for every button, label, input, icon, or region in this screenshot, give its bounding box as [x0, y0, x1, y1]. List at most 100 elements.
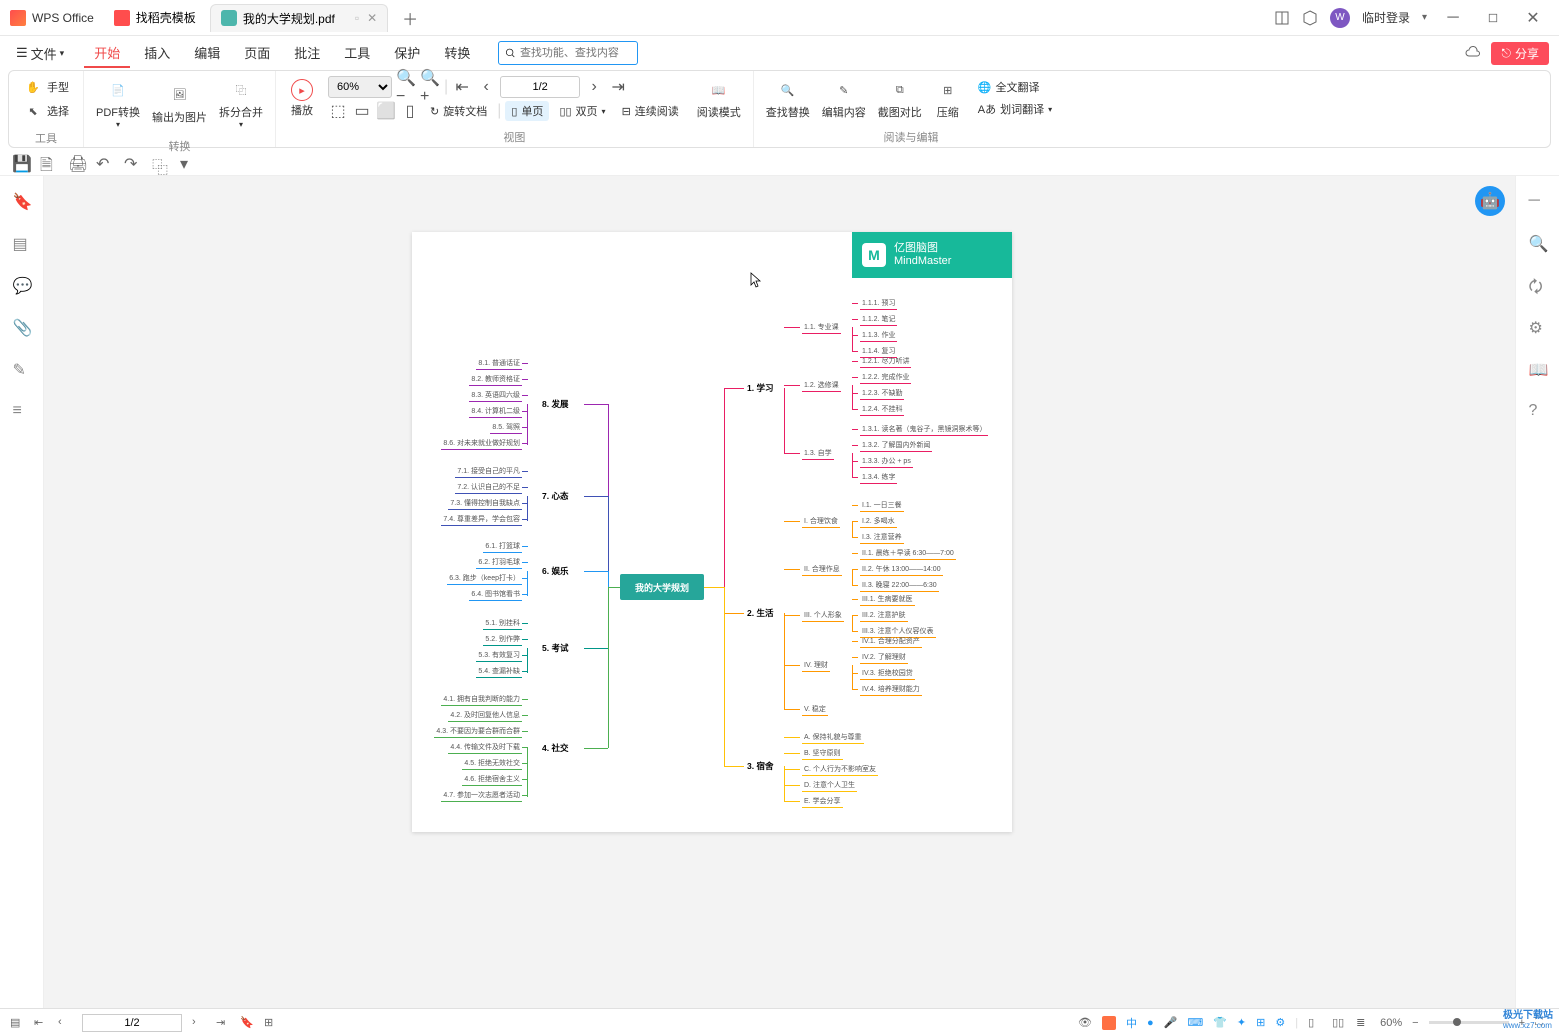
quickbar-more-icon[interactable]: ▾	[180, 154, 196, 170]
screenshot-compare-button[interactable]: ⧉截图对比	[872, 75, 928, 122]
thumbnail-icon[interactable]: ▤	[13, 234, 31, 252]
save-as-icon[interactable]: 🗎	[40, 154, 56, 170]
search-input[interactable]	[520, 47, 631, 59]
continuous-button[interactable]: ⊟连续阅读	[616, 101, 685, 121]
double-page-button[interactable]: ▯▯双页▾	[553, 101, 611, 121]
collapse-icon[interactable]: ─	[1529, 192, 1547, 210]
menu-tab-0[interactable]: 开始	[84, 39, 130, 68]
zoom-out-icon[interactable]: 🔍−	[396, 77, 416, 97]
sb-gear-icon[interactable]: ⚙	[1275, 1016, 1285, 1029]
sb-grid-icon[interactable]: ⊞	[264, 1016, 278, 1030]
sb-ime-icon[interactable]	[1102, 1016, 1116, 1030]
canvas-area[interactable]: M 亿图脑图 MindMaster 我的大学规划 1. 学习1.1. 专业课1.…	[44, 176, 1515, 1008]
cube-icon[interactable]	[1302, 10, 1318, 26]
search-box[interactable]	[498, 41, 638, 65]
tab-close-button[interactable]: ✕	[367, 11, 377, 25]
close-button[interactable]: ✕	[1519, 4, 1547, 32]
file-menu[interactable]: ☰ 文件 ▾	[10, 42, 70, 65]
app-tab[interactable]: WPS Office	[0, 4, 104, 32]
sb-eye-icon[interactable]: 👁	[1078, 1016, 1092, 1030]
menu-tab-1[interactable]: 插入	[134, 39, 180, 68]
prev-page-icon[interactable]: ‹	[476, 77, 496, 97]
login-status[interactable]: 临时登录	[1362, 9, 1410, 26]
sb-page-input[interactable]	[82, 1014, 182, 1032]
layout-icon[interactable]	[1274, 10, 1290, 26]
sb-puzzle-icon[interactable]: ✦	[1237, 1016, 1246, 1029]
ai-assistant-button[interactable]: 🤖	[1475, 186, 1505, 216]
view-double-icon[interactable]: ▯▯	[1332, 1016, 1346, 1030]
sb-apps-icon[interactable]: ⊞	[1256, 1016, 1265, 1029]
sb-bookmark-icon[interactable]: 🔖	[240, 1016, 254, 1030]
user-avatar[interactable]: W	[1330, 8, 1350, 28]
sb-shirt-icon[interactable]: 👕	[1213, 1016, 1227, 1029]
sb-zoom-out[interactable]: −	[1412, 1017, 1418, 1029]
view-single-icon[interactable]: ▯	[1308, 1016, 1322, 1030]
layers-icon[interactable]: ≡	[13, 402, 31, 420]
fit-width-icon[interactable]: ⬚	[328, 101, 348, 121]
menu-tab-4[interactable]: 批注	[284, 39, 330, 68]
tab-template[interactable]: 找稻壳模板	[104, 4, 206, 32]
sb-first-icon[interactable]: ⇤	[34, 1016, 48, 1030]
export-image-button[interactable]: 🖼输出为图片	[146, 75, 213, 131]
comment-icon[interactable]: 💬	[13, 276, 31, 294]
search-panel-icon[interactable]: 🔍	[1529, 234, 1547, 252]
menu-tab-3[interactable]: 页面	[234, 39, 280, 68]
zoom-in-icon[interactable]: 🔍+	[420, 77, 440, 97]
attachment-icon[interactable]: 📎	[13, 318, 31, 336]
zoom-select[interactable]: 60%	[328, 76, 392, 98]
rotate-button[interactable]: ↻旋转文档	[424, 101, 493, 121]
sb-prev-icon[interactable]: ‹	[58, 1016, 72, 1030]
hand-tool-button[interactable]: ✋手型	[17, 75, 75, 99]
sb-half-icon[interactable]: ●	[1147, 1017, 1154, 1029]
full-translate-button[interactable]: 🌐全文翻译	[972, 77, 1058, 97]
compress-button[interactable]: ⊞压缩	[928, 75, 968, 122]
sb-next-icon[interactable]: ›	[192, 1016, 206, 1030]
single-page-button[interactable]: ▯单页	[505, 101, 549, 121]
login-dropdown-icon[interactable]: ▾	[1422, 12, 1427, 23]
maximize-button[interactable]	[1479, 4, 1507, 32]
menu-tab-5[interactable]: 工具	[334, 39, 380, 68]
settings-panel-icon[interactable]: ⚙	[1529, 318, 1547, 336]
copy-icon[interactable]: ⿻	[152, 154, 168, 170]
minimize-button[interactable]: ─	[1439, 4, 1467, 32]
save-icon[interactable]: 💾	[12, 154, 28, 170]
share-button[interactable]: ⎋ 分享	[1491, 42, 1549, 65]
help-icon[interactable]: ?	[1529, 402, 1547, 420]
word-translate-button[interactable]: Aあ划词翻译▾	[972, 99, 1058, 119]
edit-content-button[interactable]: ✎编辑内容	[816, 75, 872, 122]
last-page-icon[interactable]: ⇥	[608, 77, 628, 97]
print-icon[interactable]: 🖨	[68, 154, 84, 170]
tab-document[interactable]: 我的大学规划.pdf ▫ ✕	[210, 4, 388, 32]
menu-tab-7[interactable]: 转换	[434, 39, 480, 68]
bookmark-icon[interactable]: 🔖	[13, 192, 31, 210]
sb-mic-icon[interactable]: 🎤	[1164, 1016, 1178, 1029]
reader-panel-icon[interactable]: 📖	[1529, 360, 1547, 378]
read-mode-button[interactable]: 📖阅读模式	[691, 75, 747, 122]
undo-icon[interactable]: ↶	[96, 154, 112, 170]
menu-tab-2[interactable]: 编辑	[184, 39, 230, 68]
redo-icon[interactable]: ↷	[124, 154, 140, 170]
pdf-convert-button[interactable]: 📄PDF转换▾	[90, 75, 146, 131]
page-input[interactable]	[500, 76, 580, 98]
next-page-icon[interactable]: ›	[584, 77, 604, 97]
outline-icon[interactable]: ▤	[10, 1016, 24, 1030]
view-continuous-icon[interactable]: ≣	[1356, 1016, 1370, 1030]
sb-last-icon[interactable]: ⇥	[216, 1016, 230, 1030]
translate-panel-icon[interactable]: 🗘	[1529, 276, 1547, 294]
first-page-icon[interactable]: ⇤	[452, 77, 472, 97]
sb-lang-icon[interactable]: 中	[1126, 1015, 1137, 1031]
split-merge-button[interactable]: ⿻拆分合并▾	[213, 75, 269, 131]
actual-size-icon[interactable]: ⬜	[376, 101, 396, 121]
sb-keyboard-icon[interactable]: ⌨	[1187, 1016, 1203, 1029]
fit-height-icon[interactable]: ▯	[400, 101, 420, 121]
menu-tab-6[interactable]: 保护	[384, 39, 430, 68]
play-button[interactable]: ▸播放	[282, 77, 322, 120]
tab-menu-icon[interactable]: ▫	[355, 11, 359, 25]
fit-page-icon[interactable]: ▭	[352, 101, 372, 121]
cloud-icon[interactable]	[1465, 45, 1481, 61]
zoom-slider[interactable]	[1429, 1021, 1509, 1024]
tab-add-button[interactable]: ＋	[396, 6, 424, 30]
pen-icon[interactable]: ✎	[13, 360, 31, 378]
find-replace-button[interactable]: 🔍查找替换	[760, 75, 816, 122]
select-tool-button[interactable]: ⬉选择	[17, 99, 75, 123]
